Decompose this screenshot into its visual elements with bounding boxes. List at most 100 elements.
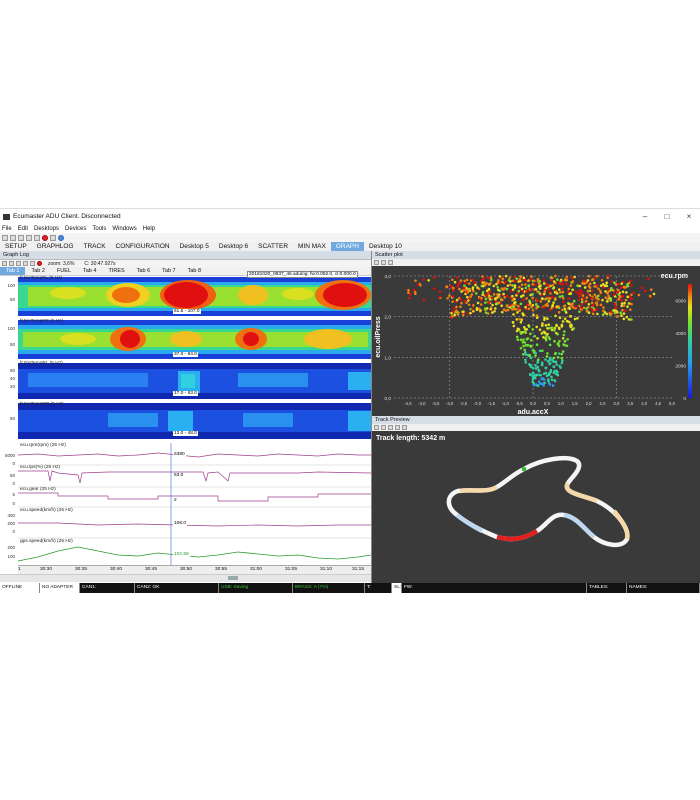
- scrollbar-thumb[interactable]: [228, 576, 238, 580]
- scatter-save-icon[interactable]: [381, 260, 386, 265]
- tab-fuel[interactable]: FUEL: [51, 267, 77, 275]
- scatter-chart[interactable]: 0,0 1,0 2,0 3,0 -4,5 -4,0 -3,5 -3,0 -2,5 -2,0 -1,5…: [372, 266, 700, 416]
- scatter-point: [512, 324, 516, 328]
- export-icon[interactable]: [26, 234, 32, 241]
- scatter-point: [483, 280, 486, 284]
- menu-desktops[interactable]: Desktops: [34, 226, 59, 232]
- x-tick-label: -2,0: [474, 401, 482, 406]
- menu-windows[interactable]: Windows: [112, 226, 136, 232]
- scatter-point: [503, 296, 506, 299]
- save-icon[interactable]: [10, 234, 16, 241]
- graph-plot-area[interactable]: fr.tireTempFL (5 Hz) 100 50 61.5 - 107.0…: [0, 271, 371, 583]
- menu-edit[interactable]: Edit: [18, 226, 28, 232]
- scatter-point: [517, 304, 520, 308]
- scatter-point: [461, 313, 465, 317]
- scatter-point: [536, 361, 539, 364]
- scatter-point: [599, 291, 603, 295]
- track-open-icon[interactable]: [374, 425, 379, 430]
- scatter-point: [585, 307, 588, 310]
- scatter-edit-icon[interactable]: [388, 260, 393, 265]
- scatter-point: [432, 287, 436, 290]
- minimize-icon[interactable]: –: [634, 212, 656, 221]
- scatter-point: [625, 291, 628, 294]
- tab-8[interactable]: Tab 8: [182, 267, 207, 275]
- horizontal-scrollbar[interactable]: [0, 574, 371, 582]
- scatter-point: [540, 324, 544, 327]
- scatter-point: [519, 320, 523, 324]
- tab-6[interactable]: Tab 6: [131, 267, 156, 275]
- scatter-point: [553, 329, 556, 332]
- scatter-point: [517, 289, 521, 293]
- open-log-icon[interactable]: [2, 261, 7, 266]
- menu-tools[interactable]: Tools: [92, 226, 106, 232]
- scatter-point: [560, 352, 564, 356]
- scatter-point: [515, 335, 519, 339]
- scatter-point: [516, 338, 520, 342]
- track-save-icon[interactable]: [381, 425, 386, 430]
- scatter-point: [463, 284, 466, 288]
- close-icon[interactable]: ×: [678, 212, 700, 221]
- track-filter-icon[interactable]: [402, 425, 407, 430]
- scatter-point: [562, 300, 565, 304]
- scatter-point: [534, 364, 537, 367]
- help-icon[interactable]: [58, 234, 64, 241]
- x-tick-label: 2,5: [600, 401, 607, 406]
- scatter-point: [535, 343, 539, 347]
- scatter-point: [602, 306, 605, 309]
- scatter-point: [556, 356, 560, 359]
- scatter-point: [515, 294, 518, 297]
- scatter-point: [543, 297, 547, 301]
- status-fw: FW:: [402, 583, 587, 593]
- connect-icon[interactable]: [34, 234, 40, 241]
- tab-1[interactable]: Tab 1: [0, 267, 26, 275]
- zoom-in-icon[interactable]: [16, 261, 21, 266]
- zoom-out-icon[interactable]: [23, 261, 28, 266]
- scatter-point: [489, 276, 493, 280]
- scatter-point: [527, 284, 531, 287]
- scatter-point: [553, 379, 557, 382]
- scatter-point: [561, 336, 565, 340]
- scatter-open-icon[interactable]: [374, 260, 379, 265]
- x-tick-label: -4,0: [418, 401, 426, 406]
- tab-7[interactable]: Tab 7: [156, 267, 181, 275]
- colorbar-label: ecu.rpm: [661, 273, 688, 280]
- scatter-point: [618, 295, 622, 298]
- scatter-point: [630, 284, 633, 287]
- scatter-point: [595, 284, 599, 287]
- scatter-point: [573, 317, 577, 321]
- zoom-fit-icon[interactable]: [30, 261, 35, 266]
- scatter-point: [489, 307, 493, 311]
- open-icon[interactable]: [2, 234, 8, 241]
- settings-icon[interactable]: [50, 234, 56, 241]
- scatter-point: [627, 302, 631, 305]
- scatter-point: [498, 275, 502, 278]
- record-icon[interactable]: [42, 234, 48, 241]
- stop-icon[interactable]: [37, 261, 42, 266]
- folder-icon[interactable]: [18, 234, 24, 241]
- scatter-point: [582, 279, 585, 282]
- scatter-point: [485, 282, 489, 285]
- save-log-icon[interactable]: [9, 261, 14, 266]
- scatter-point: [627, 318, 631, 321]
- scatter-point: [583, 286, 587, 289]
- scatter-point: [525, 297, 528, 300]
- menu-help[interactable]: Help: [143, 226, 155, 232]
- app-window: Ecumaster ADU Client. Disconnected – □ ×…: [0, 208, 700, 593]
- scatter-point: [464, 281, 468, 285]
- menu-devices[interactable]: Devices: [65, 226, 86, 232]
- menu-file[interactable]: File: [2, 226, 12, 232]
- scatter-point: [560, 356, 564, 360]
- scatter-point: [530, 305, 533, 309]
- scatter-point: [519, 338, 523, 342]
- tab-2[interactable]: Tab 2: [25, 267, 50, 275]
- scatter-point: [517, 280, 520, 283]
- tab-4[interactable]: Tab 4: [77, 267, 102, 275]
- tab-tires[interactable]: TIRES: [102, 267, 130, 275]
- track-preview[interactable]: Track length: 5342 m: [372, 431, 700, 582]
- scatter-point: [511, 284, 514, 287]
- scatter-point: [523, 326, 526, 329]
- scatter-point: [577, 298, 581, 302]
- maximize-icon[interactable]: □: [656, 212, 678, 221]
- track-edit-icon[interactable]: [395, 425, 400, 430]
- track-select-icon[interactable]: [388, 425, 393, 430]
